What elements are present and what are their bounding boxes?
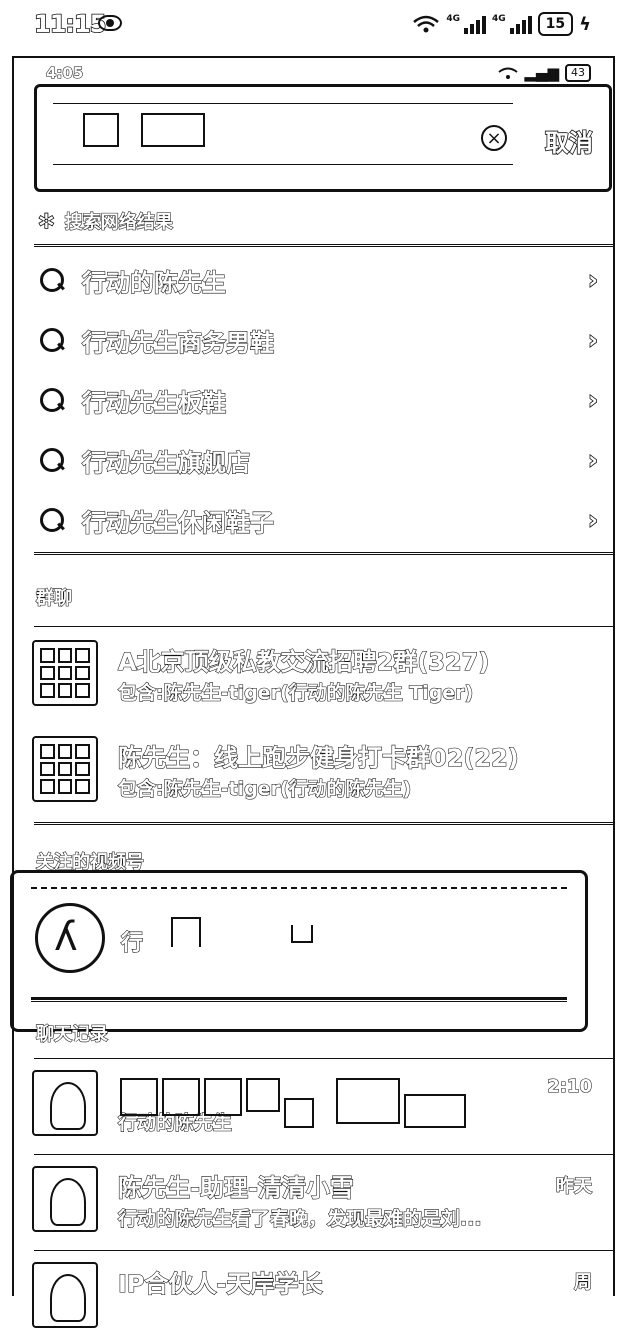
channel-item[interactable]: 行 <box>10 870 588 1032</box>
chat-time: 2:10 <box>547 1075 593 1097</box>
chevron-right-icon: › <box>587 505 598 535</box>
web-result-label: 行动的陈先生 <box>81 268 226 297</box>
chat-name: IP合伙人-天岸学长 <box>117 1269 323 1298</box>
divider <box>34 1250 614 1251</box>
divider <box>34 1154 614 1155</box>
cancel-button[interactable]: 取消 <box>544 123 594 158</box>
divider <box>34 1058 614 1059</box>
status-time: 11:15 <box>33 9 107 39</box>
inner-status-bar: 4:05 ▂▄▆ 43 <box>45 63 591 83</box>
chevron-right-icon: › <box>587 385 598 415</box>
group-chat-item[interactable]: 陈先生：线上跑步健身打卡群02(22) 包含:陈先生-tiger(行动的陈先生) <box>32 736 592 808</box>
inner-status-icons: ▂▄▆ 43 <box>498 64 591 82</box>
group-subtitle: 包含:陈先生-tiger(行动的陈先生 Tiger) <box>117 681 474 704</box>
sparkle-icon: ✲ <box>37 208 55 234</box>
group-chat-item[interactable]: A北京顶级私教交流招聘2群(327) 包含:陈先生-tiger(行动的陈先生 T… <box>32 640 592 712</box>
groups-section-title: 群聊 <box>35 587 72 609</box>
signal-icon-1: 4G <box>446 14 486 34</box>
wifi-icon <box>413 15 440 33</box>
status-bar: 11:15 4G 4G 15 ϟ <box>0 0 627 52</box>
channel-avatar <box>35 903 105 973</box>
search-icon <box>38 506 66 534</box>
chevron-right-icon: › <box>587 325 598 355</box>
web-results-header[interactable]: ✲ 搜索网络结果 <box>37 208 173 234</box>
chat-item[interactable]: 陈先生-助理-清清小雪 行动的陈先生看了春晚，发现最难的是刘... 昨天 <box>32 1166 598 1238</box>
status-icons: 4G 4G 15 ϟ <box>412 12 591 36</box>
search-query-glyph <box>141 113 205 147</box>
chat-time: 昨天 <box>555 1175 592 1197</box>
divider <box>34 626 614 627</box>
chat-time: 周 <box>573 1271 592 1293</box>
web-result-label: 行动先生板鞋 <box>81 388 226 417</box>
chat-preview: 行动的陈先生看了春晚，发现最难的是刘... <box>117 1207 482 1230</box>
search-bar: × 取消 <box>34 84 612 192</box>
divider <box>34 244 614 251</box>
group-title: 陈先生：线上跑步健身打卡群02(22) <box>117 743 519 772</box>
search-query-glyph <box>83 113 119 147</box>
web-result-label: 行动先生旗舰店 <box>81 448 250 477</box>
search-icon <box>38 326 66 354</box>
divider <box>31 999 567 1002</box>
channel-item-inner <box>31 887 567 999</box>
inner-battery-indicator: 43 <box>565 64 591 82</box>
signal-icon-2: 4G <box>492 14 532 34</box>
web-result-label: 行动先生休闲鞋子 <box>81 508 274 537</box>
group-avatar <box>32 736 98 802</box>
eye-icon <box>98 15 122 31</box>
chevron-right-icon: › <box>587 265 598 295</box>
channel-name-glyph <box>291 925 313 943</box>
channel-name-glyph <box>171 917 201 947</box>
search-icon <box>38 266 66 294</box>
web-result-item[interactable]: 行动先生休闲鞋子 › <box>38 500 599 540</box>
web-result-item[interactable]: 行动先生商务男鞋 › <box>38 320 599 360</box>
inner-status-time: 4:05 <box>45 63 84 82</box>
charging-icon: ϟ <box>579 13 591 35</box>
channel-name: 行 <box>120 930 144 956</box>
signal-icon: ▂▄▆ <box>524 64 559 82</box>
section-divider <box>34 552 614 559</box>
section-divider <box>34 822 614 829</box>
chat-item[interactable]: IP合伙人-天岸学长 周 <box>32 1262 598 1334</box>
chat-avatar <box>32 1262 98 1328</box>
search-icon <box>38 446 66 474</box>
web-result-label: 行动先生商务男鞋 <box>81 328 274 357</box>
chat-avatar <box>32 1166 98 1232</box>
web-result-item[interactable]: 行动先生旗舰店 › <box>38 440 599 480</box>
group-avatar <box>32 640 98 706</box>
wifi-icon <box>498 67 519 79</box>
web-result-item[interactable]: 行动的陈先生 › <box>38 260 599 300</box>
chat-name: 陈先生-助理-清清小雪 <box>117 1173 354 1202</box>
clear-icon[interactable]: × <box>481 125 507 151</box>
chats-section-title: 聊天记录 <box>35 1023 108 1045</box>
group-subtitle: 包含:陈先生-tiger(行动的陈先生) <box>117 777 412 800</box>
battery-indicator: 15 <box>537 12 574 36</box>
web-result-item[interactable]: 行动先生板鞋 › <box>38 380 599 420</box>
group-title: A北京顶级私教交流招聘2群(327) <box>117 647 490 676</box>
chat-avatar <box>32 1070 98 1136</box>
redacted-name <box>120 1078 466 1128</box>
web-results-label: 搜索网络结果 <box>64 211 173 233</box>
search-input[interactable] <box>53 103 513 165</box>
chevron-right-icon: › <box>587 445 598 475</box>
search-icon <box>38 386 66 414</box>
